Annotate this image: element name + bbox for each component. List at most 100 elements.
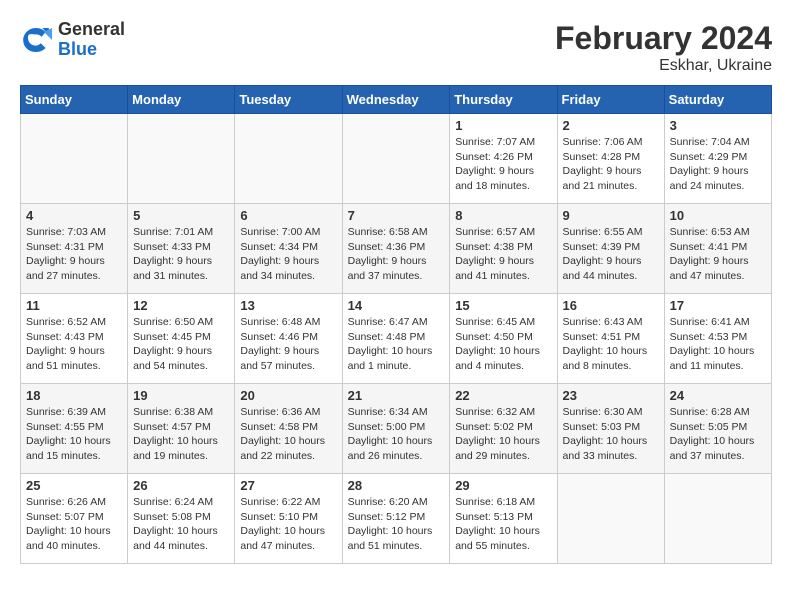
day-number: 23	[563, 388, 659, 403]
calendar-week-row: 11 Sunrise: 6:52 AM Sunset: 4:43 PM Dayli…	[21, 294, 772, 384]
day-info: Sunrise: 6:47 AM Sunset: 4:48 PM Dayligh…	[348, 315, 445, 374]
day-info: Sunrise: 6:41 AM Sunset: 4:53 PM Dayligh…	[670, 315, 766, 374]
calendar-cell: 9 Sunrise: 6:55 AM Sunset: 4:39 PM Daylig…	[557, 204, 664, 294]
calendar-cell: 29 Sunrise: 6:18 AM Sunset: 5:13 PM Dayli…	[450, 474, 557, 564]
calendar-cell: 3Sunrise: 7:04 AM Sunset: 4:29 PM Daylig…	[664, 114, 771, 204]
calendar-cell: 15Sunrise: 6:45 AM Sunset: 4:50 PM Dayli…	[450, 294, 557, 384]
calendar-cell: 17 Sunrise: 6:41 AM Sunset: 4:53 PM Dayli…	[664, 294, 771, 384]
calendar-cell: 26 Sunrise: 6:24 AM Sunset: 5:08 PM Dayli…	[128, 474, 235, 564]
day-info: Sunrise: 6:18 AM Sunset: 5:13 PM Dayligh…	[455, 495, 551, 554]
day-info: Sunrise: 6:50 AM Sunset: 4:45 PM Dayligh…	[133, 315, 229, 374]
day-info: Sunrise: 7:01 AM Sunset: 4:33 PM Dayligh…	[133, 225, 229, 284]
calendar-week-row: 1 Sunrise: 7:07 AM Sunset: 4:26 PM Daylig…	[21, 114, 772, 204]
title-block: February 2024 Eskhar, Ukraine	[555, 20, 772, 75]
day-info: Sunrise: 6:45 AM Sunset: 4:50 PM Dayligh…	[455, 315, 551, 374]
day-number: 6	[240, 208, 336, 223]
weekday-header: Monday	[128, 86, 235, 114]
day-number: 7	[348, 208, 445, 223]
calendar-week-row: 25 Sunrise: 6:26 AM Sunset: 5:07 PM Dayli…	[21, 474, 772, 564]
day-info: Sunrise: 6:39 AM Sunset: 4:55 PM Dayligh…	[26, 405, 122, 464]
day-info: Sunrise: 6:53 AM Sunset: 4:41 PM Dayligh…	[670, 225, 766, 284]
day-number: 17	[670, 298, 766, 313]
day-number: 14	[348, 298, 445, 313]
day-number: 24	[670, 388, 766, 403]
logo-icon	[20, 24, 52, 56]
calendar-cell: 8 Sunrise: 6:57 AM Sunset: 4:38 PM Daylig…	[450, 204, 557, 294]
day-number: 2	[563, 118, 659, 133]
calendar-cell: 10Sunrise: 6:53 AM Sunset: 4:41 PM Dayli…	[664, 204, 771, 294]
day-number: 29	[455, 478, 551, 493]
day-info: Sunrise: 6:30 AM Sunset: 5:03 PM Dayligh…	[563, 405, 659, 464]
day-number: 1	[455, 118, 551, 133]
logo-general: General	[58, 19, 125, 39]
calendar-cell: 14 Sunrise: 6:47 AM Sunset: 4:48 PM Dayli…	[342, 294, 450, 384]
day-number: 28	[348, 478, 445, 493]
logo: General Blue	[20, 20, 125, 60]
calendar-cell: 20 Sunrise: 6:36 AM Sunset: 4:58 PM Dayli…	[235, 384, 342, 474]
calendar-cell: 13Sunrise: 6:48 AM Sunset: 4:46 PM Dayli…	[235, 294, 342, 384]
calendar-cell	[557, 474, 664, 564]
day-info: Sunrise: 7:03 AM Sunset: 4:31 PM Dayligh…	[26, 225, 122, 284]
day-info: Sunrise: 6:38 AM Sunset: 4:57 PM Dayligh…	[133, 405, 229, 464]
calendar-cell: 5Sunrise: 7:01 AM Sunset: 4:33 PM Daylig…	[128, 204, 235, 294]
calendar-cell: 24 Sunrise: 6:28 AM Sunset: 5:05 PM Dayli…	[664, 384, 771, 474]
day-info: Sunrise: 6:57 AM Sunset: 4:38 PM Dayligh…	[455, 225, 551, 284]
day-info: Sunrise: 6:28 AM Sunset: 5:05 PM Dayligh…	[670, 405, 766, 464]
weekday-header: Wednesday	[342, 86, 450, 114]
day-info: Sunrise: 6:36 AM Sunset: 4:58 PM Dayligh…	[240, 405, 336, 464]
logo-text: General Blue	[58, 20, 125, 60]
logo-blue: Blue	[58, 39, 97, 59]
day-number: 4	[26, 208, 122, 223]
day-number: 27	[240, 478, 336, 493]
day-info: Sunrise: 6:32 AM Sunset: 5:02 PM Dayligh…	[455, 405, 551, 464]
calendar-cell: 2 Sunrise: 7:06 AM Sunset: 4:28 PM Daylig…	[557, 114, 664, 204]
calendar-title: February 2024	[555, 20, 772, 57]
calendar-header-row: SundayMondayTuesdayWednesdayThursdayFrid…	[21, 86, 772, 114]
weekday-header: Sunday	[21, 86, 128, 114]
calendar-cell: 27 Sunrise: 6:22 AM Sunset: 5:10 PM Dayli…	[235, 474, 342, 564]
day-info: Sunrise: 6:24 AM Sunset: 5:08 PM Dayligh…	[133, 495, 229, 554]
calendar-cell: 23 Sunrise: 6:30 AM Sunset: 5:03 PM Dayli…	[557, 384, 664, 474]
weekday-header: Thursday	[450, 86, 557, 114]
calendar-cell: 25 Sunrise: 6:26 AM Sunset: 5:07 PM Dayli…	[21, 474, 128, 564]
day-info: Sunrise: 6:52 AM Sunset: 4:43 PM Dayligh…	[26, 315, 122, 374]
day-number: 22	[455, 388, 551, 403]
day-number: 9	[563, 208, 659, 223]
day-info: Sunrise: 6:22 AM Sunset: 5:10 PM Dayligh…	[240, 495, 336, 554]
calendar-cell: 7 Sunrise: 6:58 AM Sunset: 4:36 PM Daylig…	[342, 204, 450, 294]
day-number: 26	[133, 478, 229, 493]
calendar-cell: 1 Sunrise: 7:07 AM Sunset: 4:26 PM Daylig…	[450, 114, 557, 204]
day-info: Sunrise: 7:07 AM Sunset: 4:26 PM Dayligh…	[455, 135, 551, 194]
weekday-header: Friday	[557, 86, 664, 114]
calendar-cell	[21, 114, 128, 204]
calendar-cell: 11 Sunrise: 6:52 AM Sunset: 4:43 PM Dayli…	[21, 294, 128, 384]
calendar-week-row: 18 Sunrise: 6:39 AM Sunset: 4:55 PM Dayli…	[21, 384, 772, 474]
day-number: 20	[240, 388, 336, 403]
weekday-header: Saturday	[664, 86, 771, 114]
day-number: 8	[455, 208, 551, 223]
calendar-cell: 4 Sunrise: 7:03 AM Sunset: 4:31 PM Daylig…	[21, 204, 128, 294]
calendar-cell: 22 Sunrise: 6:32 AM Sunset: 5:02 PM Dayli…	[450, 384, 557, 474]
day-number: 11	[26, 298, 122, 313]
day-number: 12	[133, 298, 229, 313]
calendar-cell: 18 Sunrise: 6:39 AM Sunset: 4:55 PM Dayli…	[21, 384, 128, 474]
calendar-cell	[342, 114, 450, 204]
calendar-cell	[128, 114, 235, 204]
day-info: Sunrise: 6:55 AM Sunset: 4:39 PM Dayligh…	[563, 225, 659, 284]
calendar-cell: 21Sunrise: 6:34 AM Sunset: 5:00 PM Dayli…	[342, 384, 450, 474]
day-number: 16	[563, 298, 659, 313]
day-number: 25	[26, 478, 122, 493]
day-info: Sunrise: 7:00 AM Sunset: 4:34 PM Dayligh…	[240, 225, 336, 284]
calendar-cell: 16Sunrise: 6:43 AM Sunset: 4:51 PM Dayli…	[557, 294, 664, 384]
day-number: 18	[26, 388, 122, 403]
calendar-cell: 19 Sunrise: 6:38 AM Sunset: 4:57 PM Dayli…	[128, 384, 235, 474]
calendar-cell: 28 Sunrise: 6:20 AM Sunset: 5:12 PM Dayli…	[342, 474, 450, 564]
calendar-week-row: 4 Sunrise: 7:03 AM Sunset: 4:31 PM Daylig…	[21, 204, 772, 294]
day-info: Sunrise: 6:26 AM Sunset: 5:07 PM Dayligh…	[26, 495, 122, 554]
day-info: Sunrise: 6:34 AM Sunset: 5:00 PM Dayligh…	[348, 405, 445, 464]
day-info: Sunrise: 6:48 AM Sunset: 4:46 PM Dayligh…	[240, 315, 336, 374]
day-number: 19	[133, 388, 229, 403]
day-info: Sunrise: 6:20 AM Sunset: 5:12 PM Dayligh…	[348, 495, 445, 554]
day-info: Sunrise: 6:58 AM Sunset: 4:36 PM Dayligh…	[348, 225, 445, 284]
day-info: Sunrise: 7:06 AM Sunset: 4:28 PM Dayligh…	[563, 135, 659, 194]
